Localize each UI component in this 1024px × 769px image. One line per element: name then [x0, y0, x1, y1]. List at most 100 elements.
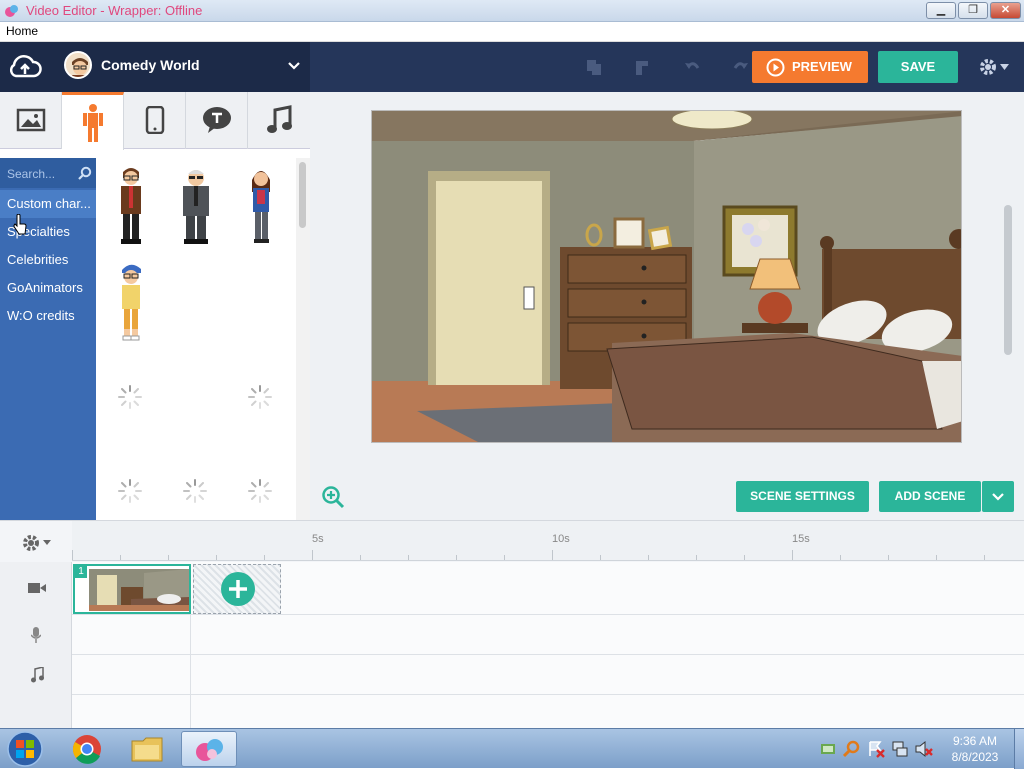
asset-tabs	[0, 92, 310, 150]
ruler-tick	[936, 555, 937, 560]
settings-caret-icon[interactable]	[1000, 64, 1009, 70]
menu-bar: Home	[0, 22, 1024, 42]
tab-props[interactable]	[124, 92, 186, 149]
add-scene-slot[interactable]	[193, 564, 281, 614]
editor-header: Comedy World PREVIEW SAVE	[0, 42, 1024, 92]
zoom-in-icon[interactable]	[321, 485, 345, 509]
chrome-icon	[72, 735, 101, 764]
paste-icon[interactable]	[634, 58, 652, 76]
image-icon	[16, 108, 46, 132]
text-bubble-icon	[203, 107, 231, 133]
app-logo-icon	[5, 5, 18, 17]
search-placeholder: Search...	[7, 167, 56, 181]
category-celebrities[interactable]: Celebrities	[0, 246, 96, 274]
category-goanimators[interactable]: GoAnimators	[0, 274, 96, 302]
timeline-ruler[interactable]: 5s 10s 15s	[72, 521, 1024, 561]
sound-track-header-2	[0, 695, 72, 729]
ruler-tick	[888, 555, 889, 560]
menu-home[interactable]: Home	[6, 24, 38, 38]
ruler-tick	[72, 550, 73, 560]
cloud-upload-icon[interactable]	[8, 54, 42, 80]
loading-spinner-icon	[248, 385, 272, 409]
plus-circle-icon[interactable]	[220, 571, 256, 607]
timeline: 5s 10s 15s 1	[0, 520, 1024, 729]
save-button[interactable]: SAVE	[878, 51, 958, 83]
search-icon[interactable]	[78, 166, 92, 180]
asset-scrollbar-thumb[interactable]	[299, 162, 306, 228]
loading-spinner-icon	[183, 479, 207, 503]
add-scene-button[interactable]: ADD SCENE	[879, 481, 981, 512]
redo-icon[interactable]	[732, 58, 750, 76]
category-panel: Search... Custom char... Specialties Cel…	[0, 158, 96, 520]
search-input[interactable]: Search...	[0, 158, 96, 188]
loading-spinner-icon	[118, 385, 142, 409]
taskbar-clock[interactable]: 9:36 AM 8/8/2023	[940, 733, 1010, 765]
character-thumb-brown-suit[interactable]	[114, 166, 148, 246]
taskbar-explorer[interactable]	[120, 731, 176, 767]
maximize-button[interactable]: ❐	[958, 2, 988, 19]
taskbar-chrome[interactable]	[60, 731, 116, 767]
tab-characters[interactable]	[62, 92, 124, 150]
voice-track[interactable]	[72, 615, 1024, 655]
ruler-tick	[456, 555, 457, 560]
add-scene-dropdown[interactable]	[982, 481, 1014, 512]
tray-volume-muted-icon[interactable]	[915, 740, 933, 758]
tray-action-center-icon[interactable]	[867, 740, 885, 758]
category-wo-credits[interactable]: W:O credits	[0, 302, 96, 330]
tray-network-icon[interactable]	[891, 740, 909, 758]
copy-icon[interactable]	[585, 58, 603, 76]
show-desktop-button[interactable]	[1014, 729, 1024, 769]
mouse-cursor-icon	[13, 214, 27, 235]
undo-icon[interactable]	[683, 58, 701, 76]
music-note-icon	[31, 667, 44, 683]
window-titlebar: Video Editor - Wrapper: Offline ▁ ❐ ✕	[0, 0, 1024, 22]
voice-track-header	[0, 615, 72, 655]
prop-device-icon	[145, 106, 165, 134]
ruler-tick	[984, 555, 985, 560]
ruler-tick	[504, 555, 505, 560]
character-thumb-blue-top[interactable]	[244, 166, 278, 246]
track-divider	[190, 695, 191, 729]
timeline-gear-icon[interactable]	[21, 533, 41, 553]
timeline-settings-caret-icon[interactable]	[43, 540, 51, 545]
bedroom-background	[372, 111, 961, 442]
sound-track-1[interactable]	[72, 655, 1024, 695]
scene-settings-button[interactable]: SCENE SETTINGS	[736, 481, 869, 512]
tray-network-app-icon[interactable]	[820, 741, 836, 757]
music-note-icon	[267, 105, 292, 133]
asset-scrollbar[interactable]	[296, 158, 310, 520]
video-track: 1	[72, 562, 1024, 615]
character-grid	[96, 158, 296, 520]
scene-thumbnail-image	[89, 569, 189, 611]
ruler-tick	[840, 555, 841, 560]
ruler-tick	[648, 555, 649, 560]
sound-track-2[interactable]	[72, 695, 1024, 729]
sound-track-header	[0, 655, 72, 695]
ruler-label-15s: 15s	[792, 533, 810, 545]
close-window-button[interactable]: ✕	[990, 2, 1021, 19]
stage-scrollbar[interactable]	[1004, 205, 1012, 355]
chevron-down-icon[interactable]	[287, 61, 301, 71]
character-thumb-grey-suit[interactable]	[176, 166, 216, 246]
taskbar-wrapper-app[interactable]	[181, 731, 237, 767]
clock-date: 8/8/2023	[951, 750, 999, 764]
tray-search-icon[interactable]	[843, 740, 861, 758]
start-button-icon[interactable]	[6, 731, 44, 767]
tab-text[interactable]	[186, 92, 248, 149]
minimize-button[interactable]: ▁	[926, 2, 956, 19]
character-icon	[83, 104, 103, 142]
ruler-tick	[744, 555, 745, 560]
ruler-tick	[312, 550, 313, 560]
project-name[interactable]: Comedy World	[101, 57, 200, 73]
wrapper-app-icon	[196, 739, 223, 761]
scene-thumbnail[interactable]: 1	[73, 564, 191, 614]
tab-sounds[interactable]	[248, 92, 310, 149]
gear-icon[interactable]	[978, 57, 998, 77]
scene-canvas[interactable]	[371, 110, 962, 443]
tab-backgrounds[interactable]	[0, 92, 62, 149]
track-divider	[190, 615, 191, 655]
ruler-tick	[792, 550, 793, 560]
avatar[interactable]	[64, 51, 92, 79]
character-thumb-yellow-shirt[interactable]	[114, 262, 148, 342]
preview-button[interactable]: PREVIEW	[752, 51, 868, 83]
